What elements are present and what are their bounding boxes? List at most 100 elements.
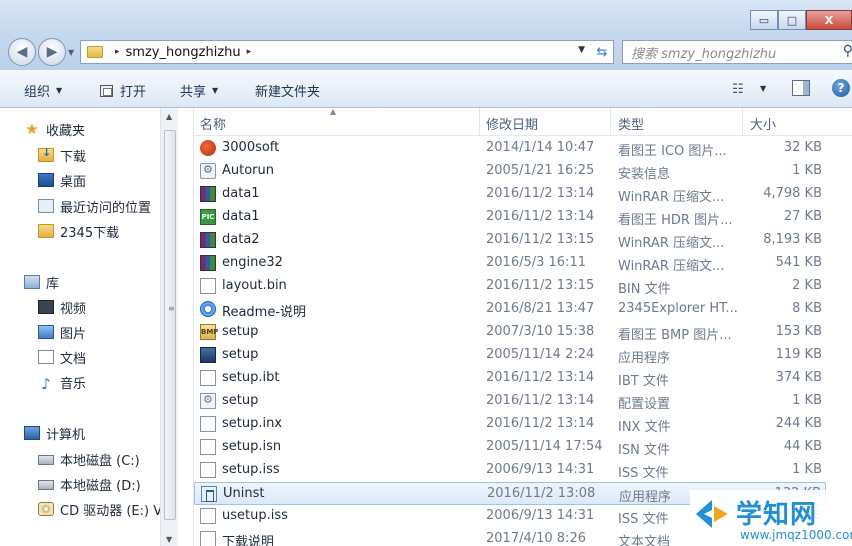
nav-item-drive-c[interactable]: 本地磁盘 (C:) [38, 448, 140, 470]
help-icon[interactable]: ? [832, 79, 850, 97]
nav-label: 视频 [60, 301, 87, 317]
file-date-modified: 2005/11/14 2:24 [486, 347, 595, 362]
column-divider[interactable] [610, 108, 611, 136]
column-header-size[interactable]: 大小 [750, 114, 776, 133]
back-button[interactable]: ◀ [8, 38, 36, 66]
search-input[interactable]: 搜索 smzy_hongzhizhu ⚲ [622, 40, 852, 64]
file-row[interactable]: PIC data1 2016/11/2 13:14 看图王 HDR 图片... 27 K… [194, 206, 826, 229]
nav-computer-header[interactable]: 计算机 [24, 422, 85, 444]
refresh-button[interactable]: ⇆ [590, 40, 614, 64]
file-name: setup [222, 347, 259, 362]
file-row[interactable]: 3000soft 2014/1/14 10:47 看图王 ICO 图片... 32 K… [194, 137, 826, 160]
file-row[interactable]: layout.bin 2016/11/2 13:15 BIN 文件 2 KB [194, 275, 826, 298]
file-row[interactable]: engine32 2016/5/3 16:11 WinRAR 压缩文... 541 K… [194, 252, 826, 275]
nav-item-music[interactable]: ♪ 音乐 [38, 371, 86, 393]
blank-file-icon [200, 370, 216, 386]
breadcrumb-subfolder-icon[interactable]: ▸ [247, 47, 252, 57]
address-history-dropdown[interactable]: ▼ [578, 45, 585, 55]
file-date-modified: 2016/11/2 13:08 [487, 486, 596, 501]
file-name: data1 [222, 209, 260, 224]
nav-item-desktop[interactable]: 桌面 [38, 169, 86, 191]
column-header-name[interactable]: 名称 [200, 114, 226, 133]
nav-item-pictures[interactable]: 图片 [38, 321, 86, 343]
pane-splitter[interactable] [178, 108, 194, 546]
folder-icon [38, 224, 54, 238]
file-row[interactable]: setup.inx 2016/11/2 13:14 INX 文件 244 KB [194, 413, 826, 436]
nav-libraries-header[interactable]: 库 [24, 271, 59, 293]
file-row[interactable]: setup 2005/11/14 2:24 应用程序 119 KB [194, 344, 826, 367]
preview-pane-icon[interactable] [792, 80, 810, 96]
config-file-icon [200, 393, 216, 409]
file-row[interactable]: setup 2016/11/2 13:14 配置设置 1 KB [194, 390, 826, 413]
recent-pages-dropdown[interactable]: ▼ [68, 48, 74, 57]
file-date-modified: 2016/11/2 13:14 [486, 416, 595, 431]
column-divider[interactable] [742, 108, 743, 136]
forward-button[interactable]: ▶ [38, 38, 66, 66]
new-folder-label: 新建文件夹 [255, 85, 321, 100]
file-row[interactable]: setup.ibt 2016/11/2 13:14 IBT 文件 374 KB [194, 367, 826, 390]
share-menu[interactable]: 共享 ▼ [180, 81, 218, 100]
file-row[interactable]: setup.isn 2005/11/14 17:54 ISN 文件 44 KB [194, 436, 826, 459]
nav-item-cd-drive[interactable]: CD 驱动器 (E:) V [38, 498, 162, 520]
close-button[interactable]: X [806, 10, 852, 30]
nav-item-2345-downloads[interactable]: 2345下载 [38, 220, 119, 242]
watermark-title: 学知网 [736, 500, 818, 530]
scroll-down-icon[interactable]: ▼ [166, 535, 172, 544]
file-row[interactable]: setup.iss 2006/9/13 14:31 ISS 文件 1 KB [194, 459, 826, 482]
file-name: 3000soft [222, 140, 280, 155]
new-folder-button[interactable]: 新建文件夹 [255, 81, 320, 100]
scrollbar-grip-icon: ≡ [168, 304, 175, 313]
nav-item-drive-d[interactable]: 本地磁盘 (D:) [38, 473, 141, 495]
view-dropdown-icon[interactable]: ▼ [760, 84, 766, 93]
file-row[interactable]: Readme-说明 2016/8/21 13:47 2345Explorer HT.… [194, 298, 826, 321]
view-options-icon[interactable]: ☷ [732, 82, 744, 97]
file-row[interactable]: Autorun 2005/1/21 16:25 安装信息 1 KB [194, 160, 826, 183]
breadcrumb-separator-icon[interactable]: ▸ [115, 47, 120, 57]
nav-item-documents[interactable]: 文档 [38, 346, 86, 368]
organize-menu[interactable]: 组织 ▼ [24, 81, 62, 100]
file-size: 8 KB [792, 301, 822, 316]
file-row[interactable]: data1 2016/11/2 13:14 WinRAR 压缩文... 4,798 K… [194, 183, 826, 206]
file-name: data1 [222, 186, 260, 201]
file-date-modified: 2007/3/10 15:38 [486, 324, 595, 339]
nav-item-downloads[interactable]: 下载 [38, 144, 86, 166]
file-size: 2 KB [792, 278, 822, 293]
settings-file-icon [200, 163, 216, 179]
file-type: 看图王 BMP 图片... [618, 328, 732, 343]
open-label: 打开 [120, 85, 147, 100]
column-header-date[interactable]: 修改日期 [486, 114, 538, 133]
maximize-button[interactable]: □ [778, 10, 806, 30]
file-date-modified: 2006/9/13 14:31 [486, 462, 595, 477]
address-bar[interactable]: ▸ smzy_hongzhizhu ▸ ▼ [80, 40, 614, 64]
title-bar: ▭ □ X [0, 0, 852, 34]
open-button[interactable]: 打开 [100, 81, 146, 100]
share-label: 共享 [180, 85, 207, 100]
nav-label: 桌面 [60, 174, 87, 190]
file-type: 2345Explorer HT... [618, 301, 738, 316]
column-divider[interactable] [479, 108, 480, 136]
nav-favorites-header[interactable]: ★ 收藏夹 [24, 118, 85, 140]
file-type: ISS 文件 [618, 512, 669, 527]
search-placeholder: 搜索 smzy_hongzhizhu [631, 46, 777, 62]
minimize-button[interactable]: ▭ [750, 10, 778, 30]
column-header-type[interactable]: 类型 [618, 114, 644, 133]
nav-label: 图片 [60, 326, 87, 342]
pictures-icon [38, 325, 54, 339]
scroll-up-icon[interactable]: ▲ [166, 112, 172, 121]
breadcrumb-current-folder[interactable]: smzy_hongzhizhu [126, 45, 241, 60]
file-name: usetup.iss [222, 508, 288, 523]
nav-label: 下载 [60, 149, 87, 165]
file-date-modified: 2016/11/2 13:14 [486, 370, 595, 385]
navigation-scrollbar[interactable]: ▲ ≡ ▼ [160, 108, 178, 546]
nav-item-recent-places[interactable]: 最近访问的位置 [38, 195, 151, 217]
file-row[interactable]: data2 2016/11/2 13:15 WinRAR 压缩文... 8,193 K… [194, 229, 826, 252]
file-name: setup.isn [222, 439, 282, 454]
file-row[interactable]: BMP setup 2007/3/10 15:38 看图王 BMP 图片... 153 … [194, 321, 826, 344]
file-size: 32 KB [783, 140, 822, 155]
file-size: 541 KB [775, 255, 822, 270]
scrollbar-thumb[interactable] [164, 130, 176, 520]
search-icon[interactable]: ⚲ [843, 43, 852, 59]
back-arrow-icon: ◀ [16, 44, 28, 60]
nav-item-videos[interactable]: 视频 [38, 296, 86, 318]
file-type: IBT 文件 [618, 374, 669, 389]
